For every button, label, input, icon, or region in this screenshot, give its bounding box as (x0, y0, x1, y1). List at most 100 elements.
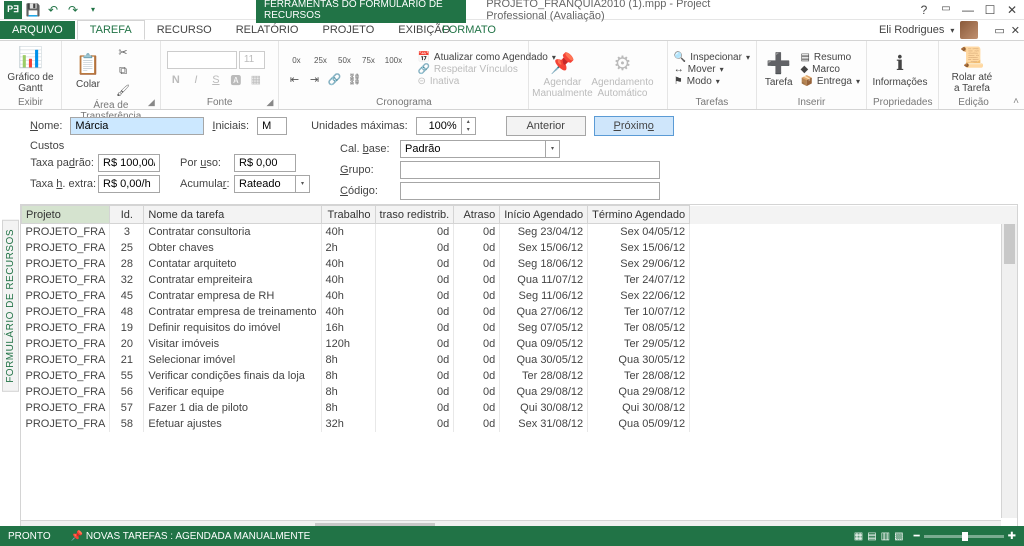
name-input[interactable] (70, 117, 204, 135)
table-row[interactable]: PROJETO_FRA25Obter chaves2h0d0dSex 15/06… (22, 240, 1017, 256)
paste-button[interactable]: 📋 Colar (68, 53, 108, 90)
base-cal-dropdown-icon[interactable]: ▾ (546, 140, 560, 158)
cell-inicio[interactable]: Qua 27/06/12 (500, 304, 588, 320)
table-row[interactable]: PROJETO_FRA55Verificar condições finais … (22, 368, 1017, 384)
inspect-button[interactable]: 🔍Inspecionar▾ (674, 52, 750, 63)
tab-tarefa[interactable]: TAREFA (77, 20, 145, 40)
close-icon[interactable]: ✕ (1004, 3, 1020, 17)
cell-atraso[interactable]: 0d (454, 224, 500, 240)
max-units-spinner[interactable]: ▴▾ (462, 117, 476, 135)
undo-icon[interactable]: ↶ (44, 1, 62, 19)
base-cal-combo[interactable] (400, 140, 546, 158)
accrue-dropdown-icon[interactable]: ▾ (296, 175, 310, 193)
zoom-in-icon[interactable]: ✚ (1008, 531, 1016, 542)
font-size-combo[interactable]: 11 (239, 51, 265, 69)
cell-nome[interactable]: Contratar empreiteira (144, 272, 321, 288)
group-input[interactable] (400, 161, 660, 179)
cell-trabalho[interactable]: 8h (321, 368, 375, 384)
cell-projeto[interactable]: PROJETO_FRA (22, 352, 110, 368)
pct0-icon[interactable]: 0x (285, 51, 307, 69)
cell-trabalho[interactable]: 8h (321, 352, 375, 368)
dialog-launcher-icon[interactable]: ◢ (266, 97, 276, 107)
minimize-icon[interactable]: — (960, 3, 976, 17)
cell-projeto[interactable]: PROJETO_FRA (22, 272, 110, 288)
cell-atraso[interactable]: 0d (454, 320, 500, 336)
cell-trabalho[interactable]: 32h (321, 416, 375, 432)
cell-termino[interactable]: Qui 30/08/12 (588, 400, 690, 416)
col-atraso[interactable]: Atraso (454, 206, 500, 224)
cell-inicio[interactable]: Qui 30/08/12 (500, 400, 588, 416)
cell-trabalho[interactable]: 40h (321, 224, 375, 240)
schedule-auto-button[interactable]: ⚙ Agendamento Automático (595, 51, 649, 99)
view-shortcut-4-icon[interactable]: ▧ (894, 531, 903, 542)
unlink-icon[interactable]: ⛓ (345, 70, 363, 88)
cell-termino[interactable]: Sex 22/06/12 (588, 288, 690, 304)
cell-inicio[interactable]: Sex 15/06/12 (500, 240, 588, 256)
avatar[interactable] (960, 21, 978, 39)
cell-nome[interactable]: Contratar empresa de treinamento (144, 304, 321, 320)
col-inicio[interactable]: Início Agendado (500, 206, 588, 224)
vertical-scrollbar[interactable] (1001, 224, 1017, 518)
cell-redistrib[interactable]: 0d (375, 272, 454, 288)
summary-button[interactable]: ▤Resumo (800, 52, 860, 63)
cell-redistrib[interactable]: 0d (375, 384, 454, 400)
doc-close-icon[interactable]: ✕ (1011, 24, 1020, 37)
cell-redistrib[interactable]: 0d (375, 368, 454, 384)
italic-button[interactable]: I (187, 71, 205, 89)
col-trabalho[interactable]: Trabalho (321, 206, 375, 224)
cell-redistrib[interactable]: 0d (375, 240, 454, 256)
cell-termino[interactable]: Ter 08/05/12 (588, 320, 690, 336)
accrue-combo[interactable] (234, 175, 296, 193)
qat-dropdown-icon[interactable]: ▾ (84, 1, 102, 19)
cell-redistrib[interactable]: 0d (375, 416, 454, 432)
cell-termino[interactable]: Ter 10/07/12 (588, 304, 690, 320)
cell-id[interactable]: 32 (110, 272, 144, 288)
cell-projeto[interactable]: PROJETO_FRA (22, 304, 110, 320)
cell-id[interactable]: 48 (110, 304, 144, 320)
deliverable-button[interactable]: 📦Entrega▾ (800, 76, 860, 87)
cell-projeto[interactable]: PROJETO_FRA (22, 384, 110, 400)
table-row[interactable]: PROJETO_FRA21Selecionar imóvel8h0d0dQua … (22, 352, 1017, 368)
tab-recurso[interactable]: RECURSO (145, 21, 224, 39)
fill-color-icon[interactable]: ▦ (247, 71, 265, 89)
cell-inicio[interactable]: Qua 09/05/12 (500, 336, 588, 352)
pct25-icon[interactable]: 25x (309, 51, 331, 69)
initials-input[interactable] (257, 117, 287, 135)
cell-id[interactable]: 28 (110, 256, 144, 272)
user-name[interactable]: Eli Rodrigues (879, 24, 944, 36)
std-rate-input[interactable] (98, 154, 160, 172)
cell-termino[interactable]: Qua 29/08/12 (588, 384, 690, 400)
cell-redistrib[interactable]: 0d (375, 320, 454, 336)
cell-projeto[interactable]: PROJETO_FRA (22, 256, 110, 272)
cell-redistrib[interactable]: 0d (375, 256, 454, 272)
cell-inicio[interactable]: Ter 28/08/12 (500, 368, 588, 384)
max-units-input[interactable] (416, 117, 462, 135)
view-shortcut-1-icon[interactable]: ▦ (854, 531, 863, 542)
view-shortcut-2-icon[interactable]: ▤ (867, 531, 876, 542)
cell-atraso[interactable]: 0d (454, 256, 500, 272)
file-tab[interactable]: ARQUIVO (0, 21, 75, 39)
cell-projeto[interactable]: PROJETO_FRA (22, 336, 110, 352)
cell-redistrib[interactable]: 0d (375, 336, 454, 352)
cell-projeto[interactable]: PROJETO_FRA (22, 400, 110, 416)
table-row[interactable]: PROJETO_FRA48Contratar empresa de treina… (22, 304, 1017, 320)
cell-trabalho[interactable]: 2h (321, 240, 375, 256)
cell-atraso[interactable]: 0d (454, 400, 500, 416)
cell-redistrib[interactable]: 0d (375, 224, 454, 240)
cell-trabalho[interactable]: 120h (321, 336, 375, 352)
help-icon[interactable]: ? (916, 3, 932, 17)
table-row[interactable]: PROJETO_FRA58Efetuar ajustes32h0d0dSex 3… (22, 416, 1017, 432)
cell-id[interactable]: 57 (110, 400, 144, 416)
ribbon-display-icon[interactable]: ▭ (938, 3, 954, 17)
cell-projeto[interactable]: PROJETO_FRA (22, 320, 110, 336)
cell-termino[interactable]: Sex 15/06/12 (588, 240, 690, 256)
cell-atraso[interactable]: 0d (454, 240, 500, 256)
table-row[interactable]: PROJETO_FRA32Contratar empreiteira40h0d0… (22, 272, 1017, 288)
table-row[interactable]: PROJETO_FRA20Visitar imóveis120h0d0dQua … (22, 336, 1017, 352)
cell-termino[interactable]: Ter 28/08/12 (588, 368, 690, 384)
cell-trabalho[interactable]: 8h (321, 400, 375, 416)
previous-button[interactable]: Anterior (506, 116, 586, 136)
table-row[interactable]: PROJETO_FRA45Contratar empresa de RH40h0… (22, 288, 1017, 304)
col-id[interactable]: Id. (110, 206, 144, 224)
schedule-manually-button[interactable]: 📌 Agendar Manualmente (535, 51, 589, 99)
